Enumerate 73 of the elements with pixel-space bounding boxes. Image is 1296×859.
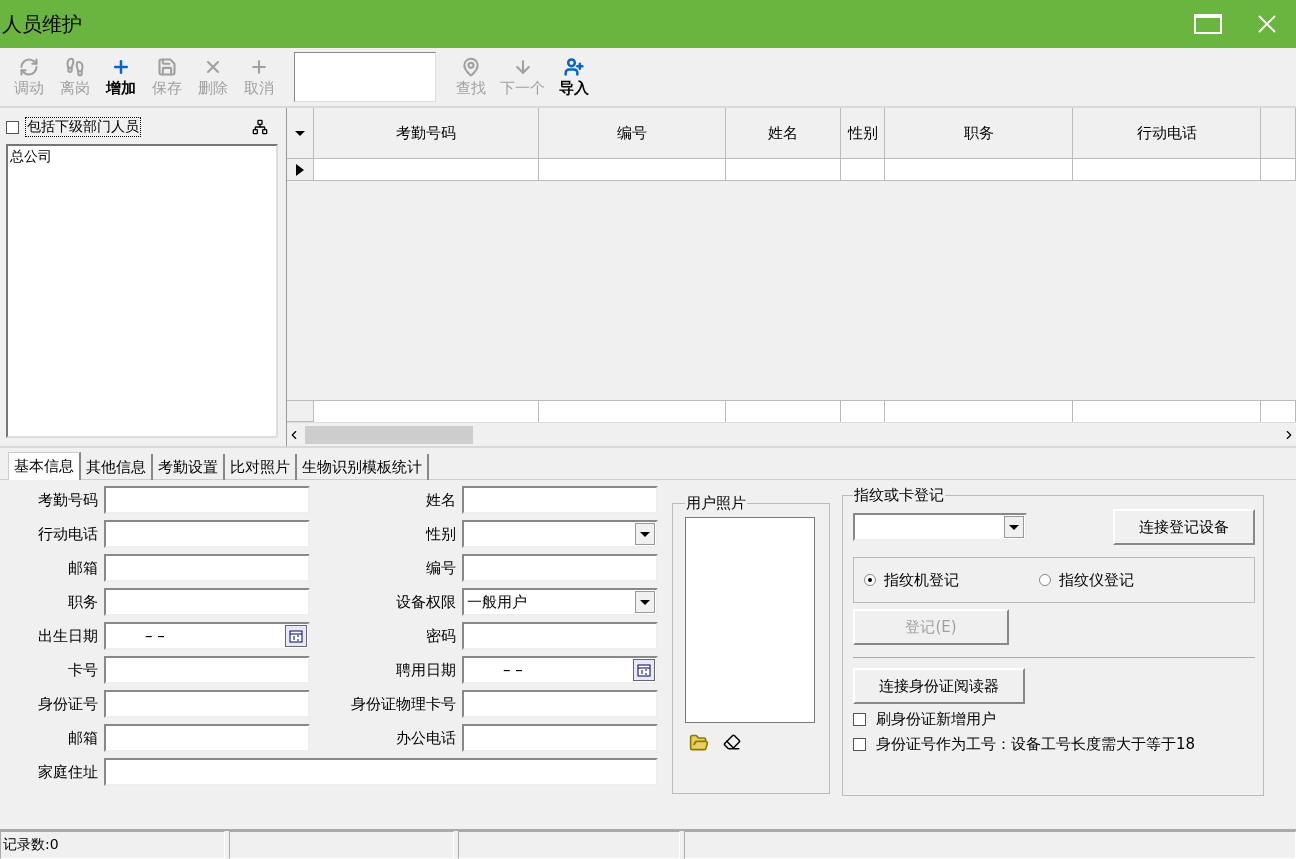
date-field[interactable]: – – bbox=[462, 656, 658, 684]
group-title: 指纹或卡登记 bbox=[853, 486, 945, 505]
row-indicator[interactable] bbox=[287, 159, 314, 181]
text-field[interactable] bbox=[104, 656, 310, 684]
calendar-icon[interactable] bbox=[633, 659, 655, 681]
text-field[interactable] bbox=[462, 690, 658, 718]
toolbar-icon bbox=[564, 56, 584, 77]
toolbar-icon bbox=[461, 56, 481, 77]
text-field[interactable] bbox=[104, 690, 310, 718]
text-field[interactable] bbox=[104, 588, 310, 616]
date-field[interactable]: – – bbox=[104, 622, 310, 650]
toolbar-icon bbox=[65, 56, 85, 77]
field-label: 卡号 bbox=[67, 660, 98, 680]
date-value: – – bbox=[502, 661, 523, 679]
field-label: 设备权限 bbox=[395, 592, 456, 612]
field-label: 聘用日期 bbox=[395, 660, 456, 680]
text-field[interactable] bbox=[104, 486, 310, 514]
text-field[interactable] bbox=[462, 554, 658, 582]
mode-radio[interactable]: 指纹机登记 bbox=[864, 570, 959, 590]
tab[interactable]: 生物识别模板统计 bbox=[297, 454, 429, 480]
text-field[interactable] bbox=[104, 520, 310, 548]
field-label: 身份证号 bbox=[37, 694, 98, 714]
record-count: 记录数:0 bbox=[0, 831, 225, 859]
toolbar-icon bbox=[157, 56, 177, 77]
table-cell bbox=[841, 159, 885, 181]
mode-radio[interactable]: 指纹仪登记 bbox=[1039, 570, 1134, 590]
field-label: 身份证物理卡号 bbox=[350, 694, 456, 714]
field-label: 邮箱 bbox=[67, 558, 98, 578]
dropdown-field[interactable] bbox=[462, 520, 658, 548]
tab[interactable]: 其他信息 bbox=[81, 454, 153, 480]
toolbar-button[interactable]: 导入 bbox=[553, 56, 595, 98]
field-label: 姓名 bbox=[425, 490, 456, 510]
field-label: 考勤号码 bbox=[37, 490, 98, 510]
field-label: 办公电话 bbox=[395, 728, 456, 748]
scrollbar-thumb[interactable] bbox=[305, 425, 473, 444]
dropdown-value: 一般用户 bbox=[467, 592, 527, 612]
tab[interactable]: 基本信息 bbox=[8, 452, 81, 480]
option-checkbox[interactable]: 刷身份证新增用户 bbox=[853, 710, 1255, 729]
text-field[interactable] bbox=[104, 554, 310, 582]
connect-device-button[interactable]: 连接登记设备 bbox=[1113, 509, 1255, 545]
radio-button[interactable] bbox=[864, 574, 876, 586]
tree-item[interactable]: 总公司 bbox=[10, 148, 52, 166]
field-label: 出生日期 bbox=[37, 626, 98, 646]
toolbar-button[interactable]: 增加 bbox=[100, 56, 142, 98]
radio-button[interactable] bbox=[1039, 574, 1051, 586]
connect-id-reader-button[interactable]: 连接身份证阅读器 bbox=[853, 668, 1025, 704]
window-title: 人员维护 bbox=[2, 10, 82, 38]
option-checkbox[interactable]: 身份证号作为工号：设备工号长度需大于等于18 bbox=[853, 735, 1255, 754]
text-field[interactable] bbox=[462, 622, 658, 650]
text-field[interactable] bbox=[462, 486, 658, 514]
field-label: 性别 bbox=[424, 524, 456, 544]
maximize-icon[interactable] bbox=[1194, 14, 1222, 34]
tab[interactable]: 考勤设置 bbox=[153, 454, 225, 480]
date-value: – – bbox=[144, 627, 165, 645]
text-field[interactable] bbox=[104, 758, 658, 786]
toolbar-icon bbox=[19, 56, 39, 77]
org-tree-icon[interactable] bbox=[252, 119, 268, 135]
table-cell bbox=[1261, 159, 1296, 181]
field-label: 密码 bbox=[425, 626, 456, 646]
field-label: 家庭住址 bbox=[37, 762, 98, 782]
tab[interactable]: 比对照片 bbox=[225, 454, 297, 480]
folder-icon[interactable] bbox=[689, 733, 709, 753]
eraser-icon[interactable] bbox=[723, 733, 741, 751]
field-label: 编号 bbox=[425, 558, 456, 578]
text-field[interactable] bbox=[104, 724, 310, 752]
search-field[interactable] bbox=[294, 52, 436, 102]
group-title: 用户照片 bbox=[685, 494, 747, 513]
field-label: 职务 bbox=[67, 592, 98, 612]
text-field[interactable] bbox=[462, 724, 658, 752]
calendar-icon[interactable] bbox=[285, 625, 307, 647]
field-label: 邮箱 bbox=[67, 728, 98, 748]
dropdown-field[interactable]: 一般用户 bbox=[462, 588, 658, 616]
field-label: 行动电话 bbox=[37, 524, 98, 544]
